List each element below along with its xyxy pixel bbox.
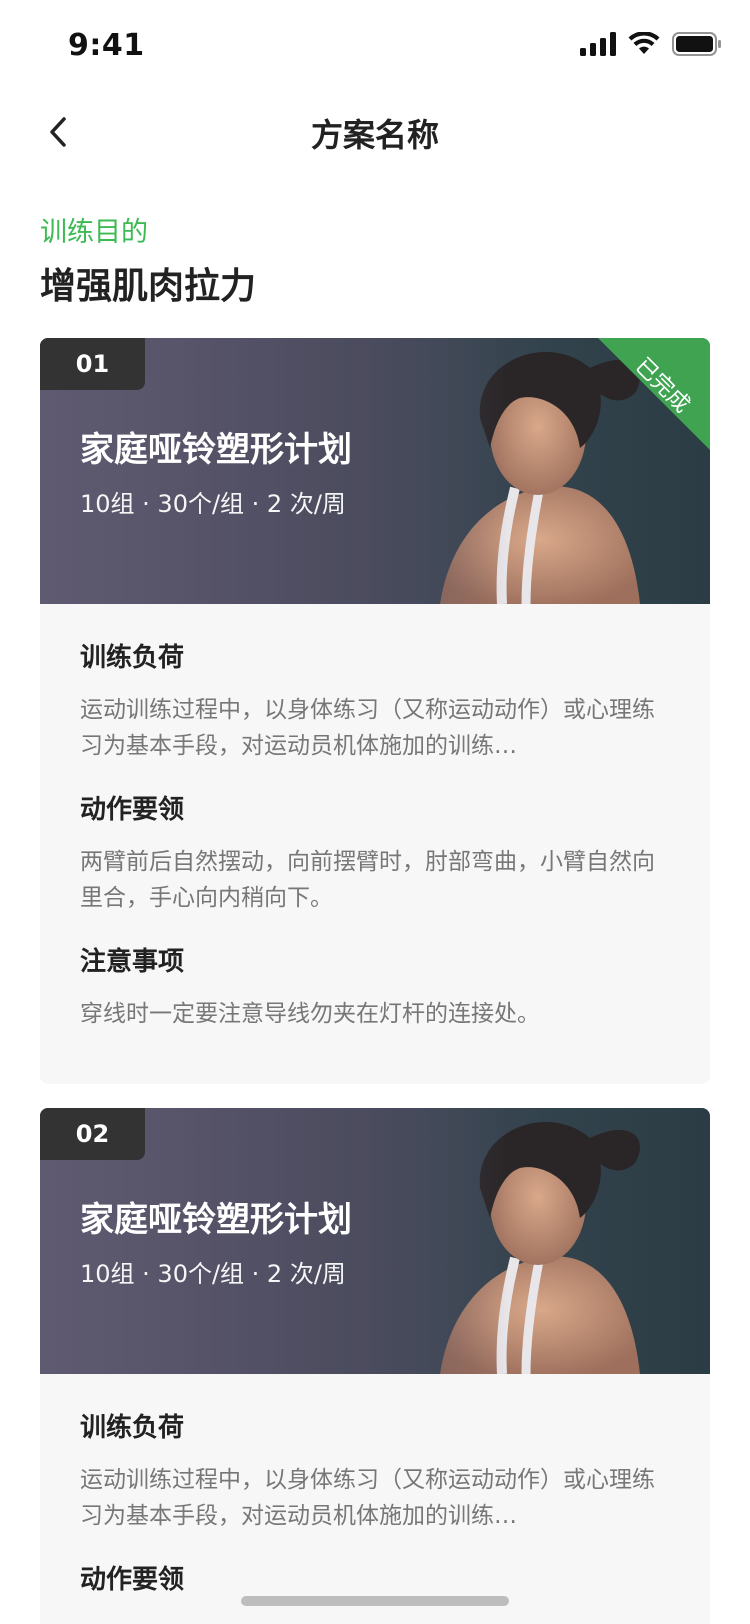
goal-value: 增强肌肉拉力	[40, 266, 257, 307]
section-text: 两臂前后自然摆动，向前摆臂时，肘部弯曲，小臂自然向里合，手心向内稍向下。	[80, 849, 655, 911]
plan-title: 家庭哑铃塑形计划	[80, 430, 352, 470]
goal-label: 训练目的	[40, 217, 148, 248]
section-title: 训练负荷	[80, 1413, 185, 1443]
signal-icon	[580, 32, 616, 56]
home-indicator[interactable]	[241, 1596, 509, 1606]
section-title: 注意事项	[80, 947, 185, 977]
plan-meta: 10组 · 30个/组 · 2 次/周	[80, 1260, 346, 1288]
detail-section: 训练负荷 运动训练过程中，以身体练习（又称运动动作）或心理练习为基本手段，对运动…	[80, 638, 670, 764]
section-text: 穿线时一定要注意导线勿夹在灯杆的连接处。	[80, 1001, 540, 1027]
plan-card[interactable]: 02 家庭哑铃塑形计划 10组 · 30个/组 · 2 次/周 训练负荷 运动训…	[40, 1108, 710, 1624]
detail-section: 动作要领	[80, 1560, 670, 1600]
status-time: 9:41	[68, 28, 145, 63]
page-title: 方案名称	[310, 116, 439, 154]
plan-title: 家庭哑铃塑形计划	[80, 1200, 352, 1240]
section-title: 动作要领	[80, 1565, 185, 1595]
status-icons	[580, 32, 722, 56]
nav-bar: 方案名称	[0, 96, 750, 168]
section-title: 训练负荷	[80, 643, 185, 673]
plan-details: 训练负荷 运动训练过程中，以身体练习（又称运动动作）或心理练习为基本手段，对运动…	[40, 604, 710, 1032]
plan-meta: 10组 · 30个/组 · 2 次/周	[80, 490, 346, 518]
detail-section: 动作要领 两臂前后自然摆动，向前摆臂时，肘部弯曲，小臂自然向里合，手心向内稍向下…	[80, 790, 670, 916]
wifi-icon	[628, 32, 660, 54]
detail-section: 训练负荷 运动训练过程中，以身体练习（又称运动动作）或心理练习为基本手段，对运动…	[80, 1408, 670, 1534]
plan-card[interactable]: 01 家庭哑铃塑形计划 10组 · 30个/组 · 2 次/周 已完成 训练负荷…	[40, 338, 710, 1084]
section-text: 运动训练过程中，以身体练习（又称运动动作）或心理练习为基本手段，对运动员机体施加…	[80, 697, 655, 759]
status-bar: 9:41	[0, 0, 750, 90]
plan-hero: 02 家庭哑铃塑形计划 10组 · 30个/组 · 2 次/周	[40, 1108, 710, 1374]
battery-icon	[672, 32, 721, 56]
plan-index-tag: 01	[40, 338, 145, 390]
plan-index-tag: 02	[40, 1108, 145, 1160]
plan-hero: 01 家庭哑铃塑形计划 10组 · 30个/组 · 2 次/周 已完成	[40, 338, 710, 604]
completed-ribbon: 已完成	[598, 338, 710, 450]
detail-section: 注意事项 穿线时一定要注意导线勿夹在灯杆的连接处。	[80, 942, 670, 1032]
plan-details: 训练负荷 运动训练过程中，以身体练习（又称运动动作）或心理练习为基本手段，对运动…	[40, 1374, 710, 1600]
section-text: 运动训练过程中，以身体练习（又称运动动作）或心理练习为基本手段，对运动员机体施加…	[80, 1467, 655, 1529]
section-title: 动作要领	[80, 795, 185, 825]
